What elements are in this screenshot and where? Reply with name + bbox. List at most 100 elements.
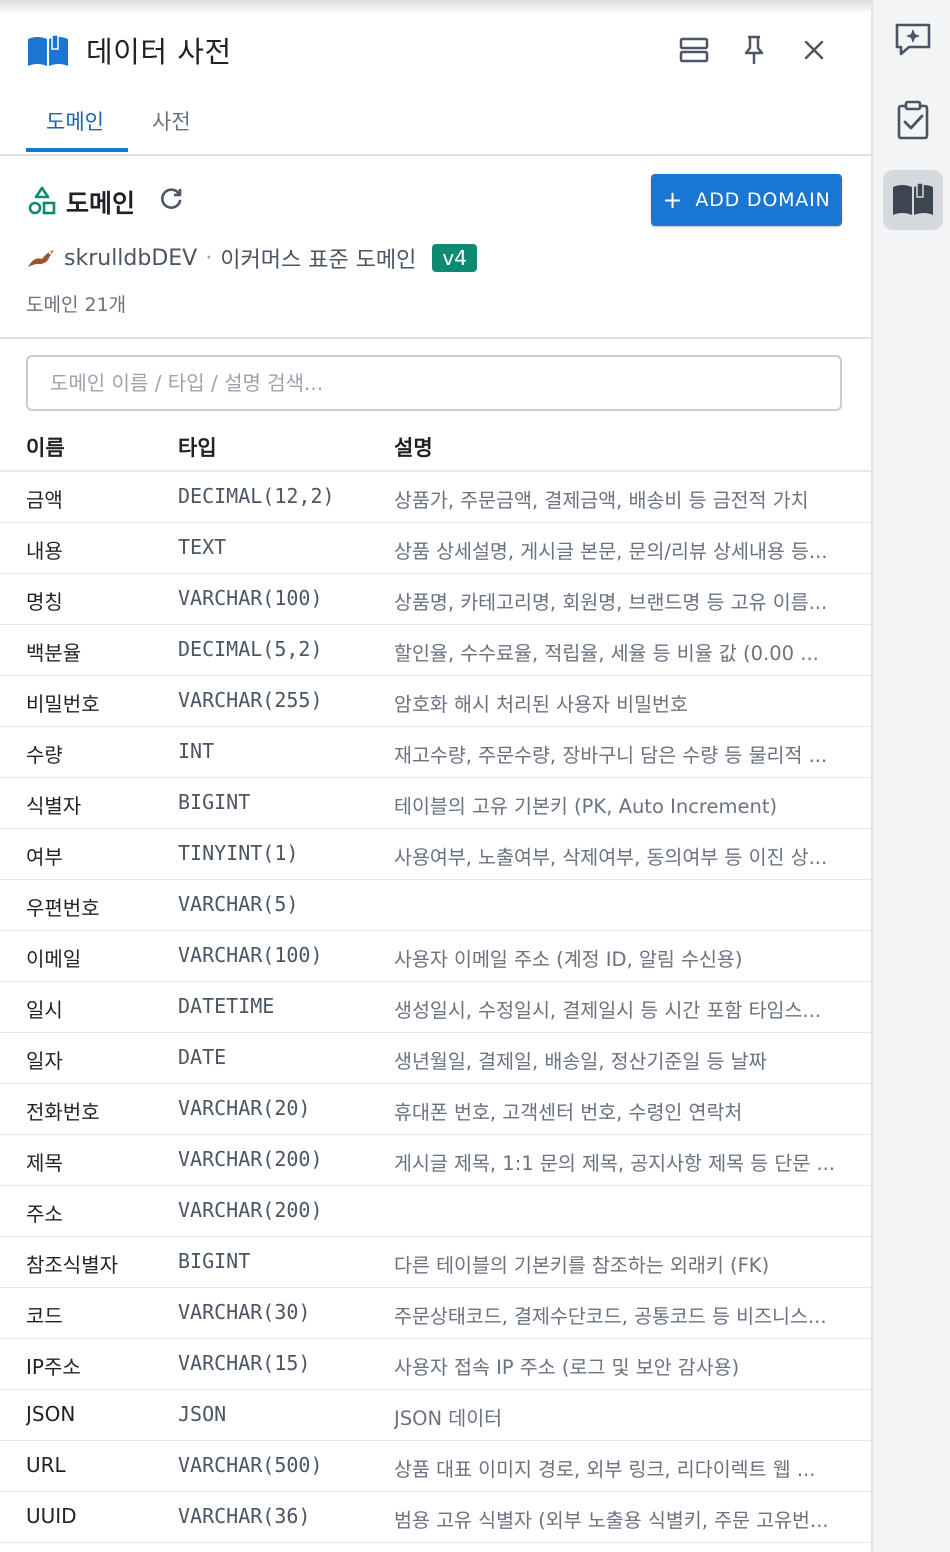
close-button[interactable] bbox=[792, 28, 836, 72]
domain-description: 생년월일, 결제일, 배송일, 정산기준일 등 날짜 bbox=[394, 1050, 767, 1073]
domain-type: TEXT bbox=[178, 535, 227, 559]
domain-type: VARCHAR(15) bbox=[178, 1351, 311, 1375]
column-header-description[interactable]: 설명 bbox=[394, 432, 433, 462]
domain-name: 우편번호 bbox=[26, 896, 100, 920]
tab-domain[interactable]: 도메인 bbox=[46, 106, 104, 136]
table-row[interactable]: 코드 VARCHAR(30) 주문상태코드, 결제수단코드, 공통코드 등 비즈니스… bbox=[0, 1288, 871, 1339]
domain-name: 금액 bbox=[26, 488, 63, 512]
domain-description: 상품 대표 이미지 경로, 외부 링크, 리다이렉트 웹 ... bbox=[394, 1458, 816, 1481]
domain-type: VARCHAR(500) bbox=[178, 1453, 323, 1477]
panel-header: 데이터 사전 bbox=[0, 20, 871, 80]
table-row[interactable]: 이메일 VARCHAR(100) 사용자 이메일 주소 (계정 ID, 알림 수신용… bbox=[0, 931, 871, 982]
table-row[interactable]: 참조식별자 BIGINT 다른 테이블의 기본키를 참조하는 외래키 (FK) bbox=[0, 1237, 871, 1288]
ai-chat-icon bbox=[895, 23, 931, 56]
book-icon bbox=[28, 34, 68, 66]
table-row[interactable]: 비밀번호 VARCHAR(255) 암호화 해시 처리된 사용자 비밀번호 bbox=[0, 676, 871, 727]
domain-type: DATE bbox=[178, 1045, 227, 1069]
table-row[interactable]: 우편번호 VARCHAR(5) bbox=[0, 880, 871, 931]
section-title: 도메인 bbox=[66, 189, 136, 218]
table-row[interactable]: 수량 INT 재고수량, 주문수량, 장바구니 담은 수량 등 물리적 ... bbox=[0, 727, 871, 778]
domain-name: 백분율 bbox=[26, 641, 82, 665]
domain-description: JSON 데이터 bbox=[394, 1407, 503, 1430]
table-row[interactable]: 일시 DATETIME 생성일시, 수정일시, 결제일시 등 시간 포함 타임스..… bbox=[0, 982, 871, 1033]
domain-description: 사용여부, 노출여부, 삭제여부, 동의여부 등 이진 상... bbox=[394, 846, 828, 869]
domain-name: 이메일 bbox=[26, 947, 82, 971]
table-row[interactable]: UUID VARCHAR(36) 범용 고유 식별자 (외부 노출용 식별키, 주문… bbox=[0, 1492, 871, 1543]
database-name: skrulldbDEV bbox=[64, 245, 198, 271]
database-separator: · bbox=[205, 245, 213, 271]
table-row[interactable]: 제목 VARCHAR(200) 게시글 제목, 1:1 문의 제목, 공지사항 제목… bbox=[0, 1135, 871, 1186]
domain-name: 명칭 bbox=[26, 590, 63, 614]
domain-name: 코드 bbox=[26, 1304, 63, 1328]
table-row[interactable]: IP주소 VARCHAR(15) 사용자 접속 IP 주소 (로그 및 보안 감사용… bbox=[0, 1339, 871, 1390]
domain-name: 내용 bbox=[26, 539, 63, 563]
domain-name: 식별자 bbox=[26, 794, 82, 818]
add-domain-button[interactable]: + ADD DOMAIN bbox=[651, 174, 842, 226]
domain-type: VARCHAR(30) bbox=[178, 1300, 311, 1324]
domain-description: 상품명, 카테고리명, 회원명, 브랜드명 등 고유 이름... bbox=[394, 591, 828, 614]
sidebar-item-dictionary[interactable] bbox=[883, 170, 943, 230]
domain-type: VARCHAR(100) bbox=[178, 943, 323, 967]
database-mascot-icon bbox=[28, 250, 54, 267]
domain-name: URL bbox=[26, 1453, 66, 1477]
pin-icon bbox=[744, 35, 764, 64]
layout-icon bbox=[679, 37, 709, 63]
domain-type: VARCHAR(200) bbox=[178, 1198, 323, 1222]
table-row[interactable]: 백분율 DECIMAL(5,2) 할인율, 수수료율, 적립율, 세율 등 비율 값… bbox=[0, 625, 871, 676]
table-row[interactable]: 일자 DATE 생년월일, 결제일, 배송일, 정산기준일 등 날짜 bbox=[0, 1033, 871, 1084]
domain-description: 테이블의 고유 기본키 (PK, Auto Increment) bbox=[394, 795, 778, 818]
top-shadow bbox=[0, 0, 871, 14]
table-row[interactable]: 명칭 VARCHAR(100) 상품명, 카테고리명, 회원명, 브랜드명 등 고유… bbox=[0, 574, 871, 625]
table-row[interactable]: 금액 DECIMAL(12,2) 상품가, 주문금액, 결제금액, 배송비 등 금전… bbox=[0, 472, 871, 523]
domain-name: 여부 bbox=[26, 845, 63, 869]
domain-type: BIGINT bbox=[178, 790, 251, 814]
table-row[interactable]: 여부 TINYINT(1) 사용여부, 노출여부, 삭제여부, 동의여부 등 이진 … bbox=[0, 829, 871, 880]
domain-description: 암호화 해시 처리된 사용자 비밀번호 bbox=[394, 693, 688, 716]
sidebar-item-tasks[interactable] bbox=[883, 90, 943, 150]
plus-icon: + bbox=[662, 186, 684, 214]
domain-description: 할인율, 수수료율, 적립율, 세율 등 비율 값 (0.00 ... bbox=[394, 642, 819, 665]
tab-dictionary[interactable]: 사전 bbox=[152, 106, 191, 136]
domain-description: 사용자 접속 IP 주소 (로그 및 보안 감사용) bbox=[394, 1356, 740, 1379]
domain-type: VARCHAR(5) bbox=[178, 892, 299, 916]
domain-description: 상품가, 주문금액, 결제금액, 배송비 등 금전적 가치 bbox=[394, 489, 809, 512]
close-icon bbox=[804, 40, 824, 60]
domain-search-input[interactable] bbox=[26, 355, 842, 411]
table-row[interactable]: JSON JSON JSON 데이터 bbox=[0, 1390, 871, 1441]
domain-name: 수량 bbox=[26, 743, 63, 767]
sidebar-item-ai-chat[interactable] bbox=[883, 10, 943, 70]
domain-name: JSON bbox=[26, 1402, 76, 1426]
domain-type: VARCHAR(20) bbox=[178, 1096, 311, 1120]
domain-name: UUID bbox=[26, 1504, 77, 1528]
tab-bar: 도메인 사전 bbox=[0, 96, 871, 156]
domain-type: VARCHAR(36) bbox=[178, 1504, 311, 1528]
table-row[interactable]: URL VARCHAR(500) 상품 대표 이미지 경로, 외부 링크, 리다이렉… bbox=[0, 1441, 871, 1492]
column-header-name[interactable]: 이름 bbox=[26, 432, 65, 462]
domain-type: DATETIME bbox=[178, 994, 275, 1018]
domain-section-header: 도메인 + ADD DOMAIN bbox=[0, 170, 871, 230]
domain-name: 제목 bbox=[26, 1151, 63, 1175]
table-row[interactable]: 내용 TEXT 상품 상세설명, 게시글 본문, 문의/리뷰 상세내용 등... bbox=[0, 523, 871, 574]
domain-table-body: 금액 DECIMAL(12,2) 상품가, 주문금액, 결제금액, 배송비 등 금전… bbox=[0, 472, 871, 1543]
column-header-type[interactable]: 타입 bbox=[178, 432, 217, 462]
domain-name: 비밀번호 bbox=[26, 692, 100, 716]
layout-toggle-button[interactable] bbox=[672, 28, 716, 72]
domain-name: 참조식별자 bbox=[26, 1253, 118, 1277]
table-row[interactable]: 주소 VARCHAR(200) bbox=[0, 1186, 871, 1237]
pin-button[interactable] bbox=[732, 28, 776, 72]
domain-type: VARCHAR(200) bbox=[178, 1147, 323, 1171]
table-row[interactable]: 식별자 BIGINT 테이블의 고유 기본키 (PK, Auto Increment… bbox=[0, 778, 871, 829]
table-row[interactable]: 전화번호 VARCHAR(20) 휴대폰 번호, 고객센터 번호, 수령인 연락처 bbox=[0, 1084, 871, 1135]
domain-type: INT bbox=[178, 739, 215, 763]
domain-description: 재고수량, 주문수량, 장바구니 담은 수량 등 물리적 ... bbox=[394, 744, 828, 767]
domain-count: 도메인 21개 bbox=[26, 294, 127, 316]
domain-type: VARCHAR(100) bbox=[178, 586, 323, 610]
domain-type: DECIMAL(5,2) bbox=[178, 637, 323, 661]
domain-description: 다른 테이블의 기본키를 참조하는 외래키 (FK) bbox=[394, 1254, 770, 1277]
domain-description: 상품 상세설명, 게시글 본문, 문의/리뷰 상세내용 등... bbox=[394, 540, 828, 563]
refresh-icon[interactable] bbox=[158, 186, 184, 212]
add-domain-label: ADD DOMAIN bbox=[695, 189, 831, 211]
database-info: skrulldbDEV · 이커머스 표준 도메인 v4 bbox=[26, 240, 477, 276]
domain-type: DECIMAL(12,2) bbox=[178, 484, 335, 508]
domain-type: JSON bbox=[178, 1402, 227, 1426]
